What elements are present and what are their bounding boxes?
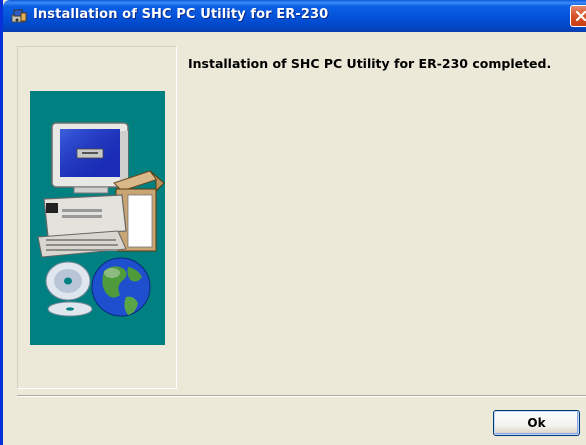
close-icon [575,10,586,22]
cd-discs-graphic [45,261,93,317]
installer-icon [11,9,27,23]
ok-button[interactable]: Ok [493,410,580,436]
computer-base-graphic [37,194,127,258]
window-title: Installation of SHC PC Utility for ER-23… [33,7,329,22]
title-bar[interactable]: Installation of SHC PC Utility for ER-23… [3,0,586,32]
dialog-client-area: Installation of SHC PC Utility for ER-23… [3,32,586,445]
installer-illustration [30,91,165,345]
computer-illustration-graphic [37,122,165,317]
globe-graphic [91,257,151,317]
completion-message: Installation of SHC PC Utility for ER-23… [188,56,552,71]
installer-dialog: Installation of SHC PC Utility for ER-23… [0,0,586,445]
close-button[interactable] [570,5,586,27]
button-separator [17,395,586,397]
